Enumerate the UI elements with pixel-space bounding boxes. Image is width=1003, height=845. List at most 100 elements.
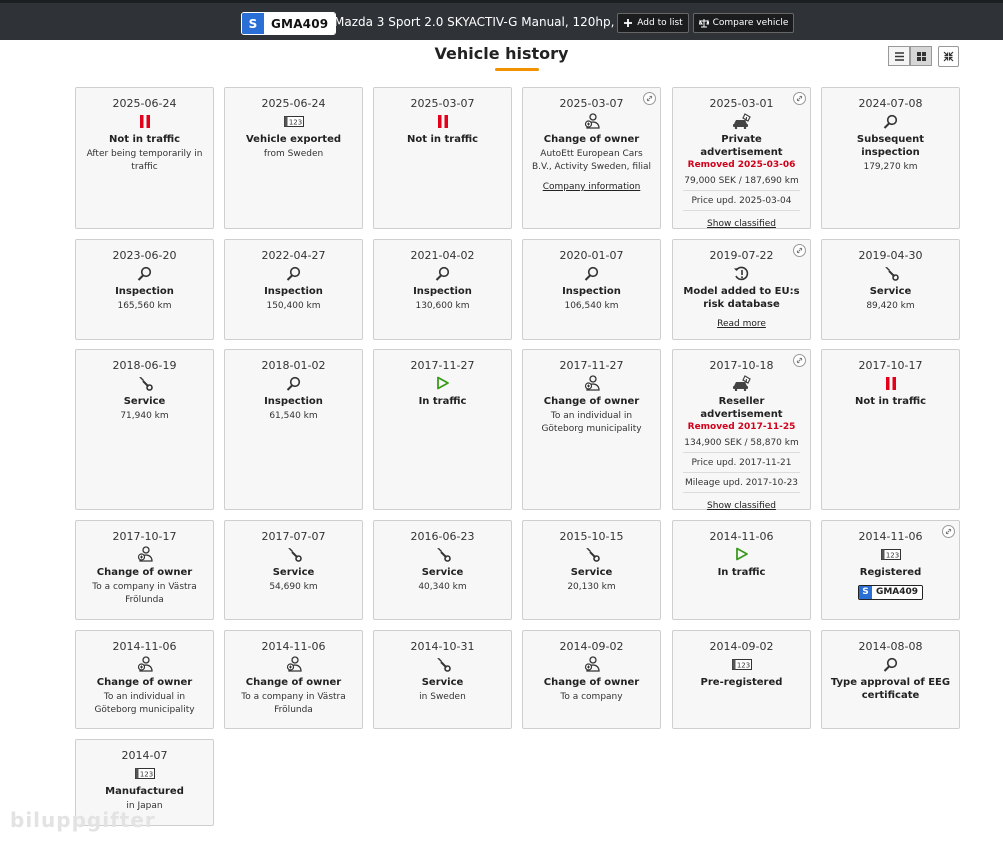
license-plate: S GMA409 xyxy=(241,12,337,35)
event-title: Inspection xyxy=(115,286,174,297)
owner-icon xyxy=(76,546,213,562)
ad-icon xyxy=(673,375,810,391)
history-card[interactable]: 2014-11-06 123 Registered S GMA409 xyxy=(821,520,960,620)
event-detail: AutoEtt European Cars B.V., Activity Swe… xyxy=(531,149,652,172)
wrench-icon xyxy=(523,546,660,562)
scale-icon xyxy=(698,19,709,28)
event-date: 2025-03-07 xyxy=(410,97,475,110)
event-date: 2014-11-06 xyxy=(709,530,774,543)
event-date: 2018-01-02 xyxy=(261,359,326,372)
event-date: 2014-08-08 xyxy=(858,640,923,653)
event-link[interactable]: Show classified xyxy=(707,218,776,231)
event-date: 2017-10-18 xyxy=(709,359,774,372)
event-date: 2025-03-07 xyxy=(559,97,624,110)
event-date: 2018-06-19 xyxy=(112,359,177,372)
event-detail: 54,690 km xyxy=(269,582,318,592)
history-card[interactable]: 2025-03-01 Private advertisement Removed 2… xyxy=(672,87,811,229)
inspection-icon xyxy=(225,375,362,391)
owner-icon xyxy=(523,113,660,129)
event-link[interactable]: Read more xyxy=(717,318,766,331)
registered-plate[interactable]: S GMA409 xyxy=(857,584,924,600)
view-toggle xyxy=(888,46,932,66)
event-title: Service xyxy=(421,677,464,688)
event-title: Inspection xyxy=(264,286,323,297)
removed-date: Removed 2025-03-06 xyxy=(687,160,796,170)
history-card: 2017-10-17 Change of owner To a company in… xyxy=(75,520,214,620)
event-date: 2023-06-20 xyxy=(112,249,177,262)
history-card: 2014-08-08 Type approval of EEG certifica… xyxy=(821,630,960,729)
event-detail: To a company in Västra Frölunda xyxy=(92,582,197,605)
link-icon[interactable] xyxy=(793,92,806,105)
event-date: 2025-06-24 xyxy=(112,97,177,110)
event-detail: 130,600 km xyxy=(415,301,470,311)
wrench-icon xyxy=(822,265,959,281)
event-title: Change of owner xyxy=(96,677,193,688)
link-icon[interactable] xyxy=(793,354,806,367)
link-icon[interactable] xyxy=(793,244,806,257)
title-underline xyxy=(495,68,539,71)
event-title: Change of owner xyxy=(543,134,640,145)
event-title: Pre-registered xyxy=(700,677,783,688)
history-card: 2014-10-31 Service in Sweden xyxy=(373,630,512,729)
event-title: Service xyxy=(123,396,166,407)
risk-icon xyxy=(673,265,810,281)
history-card: 2017-07-07 Service 54,690 km xyxy=(224,520,363,620)
svg-text:123: 123 xyxy=(139,770,152,778)
history-card: 2024-07-08 Subsequent inspection 179,270 k… xyxy=(821,87,960,229)
event-date: 2014-09-02 xyxy=(559,640,624,653)
list-view-button[interactable] xyxy=(888,46,910,66)
add-to-list-label: Add to list xyxy=(637,18,683,28)
advert-detail: 79,000 SEK / 187,690 km xyxy=(683,171,800,191)
link-icon[interactable] xyxy=(643,92,656,105)
event-date: 2014-11-06 xyxy=(858,530,923,543)
event-title: Manufactured xyxy=(105,786,184,797)
history-card: 2018-06-19 Service 71,940 km xyxy=(75,349,214,510)
event-title: Type approval of EEG certificate xyxy=(830,677,951,701)
plate-icon: 123 xyxy=(76,765,213,781)
grid-view-button[interactable] xyxy=(910,46,932,66)
event-detail: To a company xyxy=(560,692,623,702)
plate-country: S xyxy=(858,585,872,599)
inspection-icon xyxy=(822,656,959,672)
event-detail: 106,540 km xyxy=(564,301,619,311)
history-card: 2025-06-24 Not in traffic After being temp… xyxy=(75,87,214,229)
history-card[interactable]: 2025-03-07 Change of owner AutoEtt Europea… xyxy=(522,87,661,229)
event-detail: 150,400 km xyxy=(266,301,321,311)
event-link[interactable]: Company information xyxy=(543,181,641,194)
advert-detail: Price upd. 2017-11-21 xyxy=(683,453,800,473)
event-date: 2024-07-08 xyxy=(858,97,923,110)
event-title: In traffic xyxy=(717,567,766,578)
history-card[interactable]: 2017-10-18 Reseller advertisement Removed … xyxy=(672,349,811,513)
event-detail: 179,270 km xyxy=(863,162,918,172)
add-to-list-button[interactable]: Add to list xyxy=(617,13,689,33)
event-detail: 61,540 km xyxy=(269,411,318,421)
pause-icon xyxy=(76,113,213,129)
owner-icon xyxy=(76,656,213,672)
event-link[interactable]: Show classified xyxy=(707,500,776,513)
event-detail: 89,420 km xyxy=(866,301,915,311)
advert-detail: 134,900 SEK / 58,870 km xyxy=(683,433,800,453)
plus-icon xyxy=(624,19,633,27)
pause-icon xyxy=(374,113,511,129)
event-detail: 71,940 km xyxy=(120,411,169,421)
history-card: 2017-10-17 Not in traffic xyxy=(821,349,960,510)
advert-detail: Price upd. 2025-03-04 xyxy=(683,191,800,211)
collapse-button[interactable] xyxy=(938,46,959,67)
event-date: 2014-07 xyxy=(121,749,168,762)
link-icon[interactable] xyxy=(942,525,955,538)
inspection-icon xyxy=(523,265,660,281)
inspection-icon xyxy=(374,265,511,281)
history-card[interactable]: 2019-07-22 Model added to EU:s risk datab… xyxy=(672,239,811,340)
event-title: Vehicle exported xyxy=(245,134,342,145)
event-date: 2014-09-02 xyxy=(709,640,774,653)
collapse-icon xyxy=(943,51,954,62)
event-detail: To an individual in Göteborg municipalit… xyxy=(94,692,195,715)
removed-date: Removed 2017-11-25 xyxy=(687,422,796,432)
history-card: 2017-11-27 Change of owner To an individua… xyxy=(522,349,661,510)
history-card: 2014-09-02 123 Pre-registered xyxy=(672,630,811,729)
plate-number: GMA409 xyxy=(264,13,336,34)
inspection-icon xyxy=(225,265,362,281)
event-date: 2014-11-06 xyxy=(261,640,326,653)
compare-vehicle-button[interactable]: Compare vehicle xyxy=(693,13,794,33)
event-title: Inspection xyxy=(264,396,323,407)
